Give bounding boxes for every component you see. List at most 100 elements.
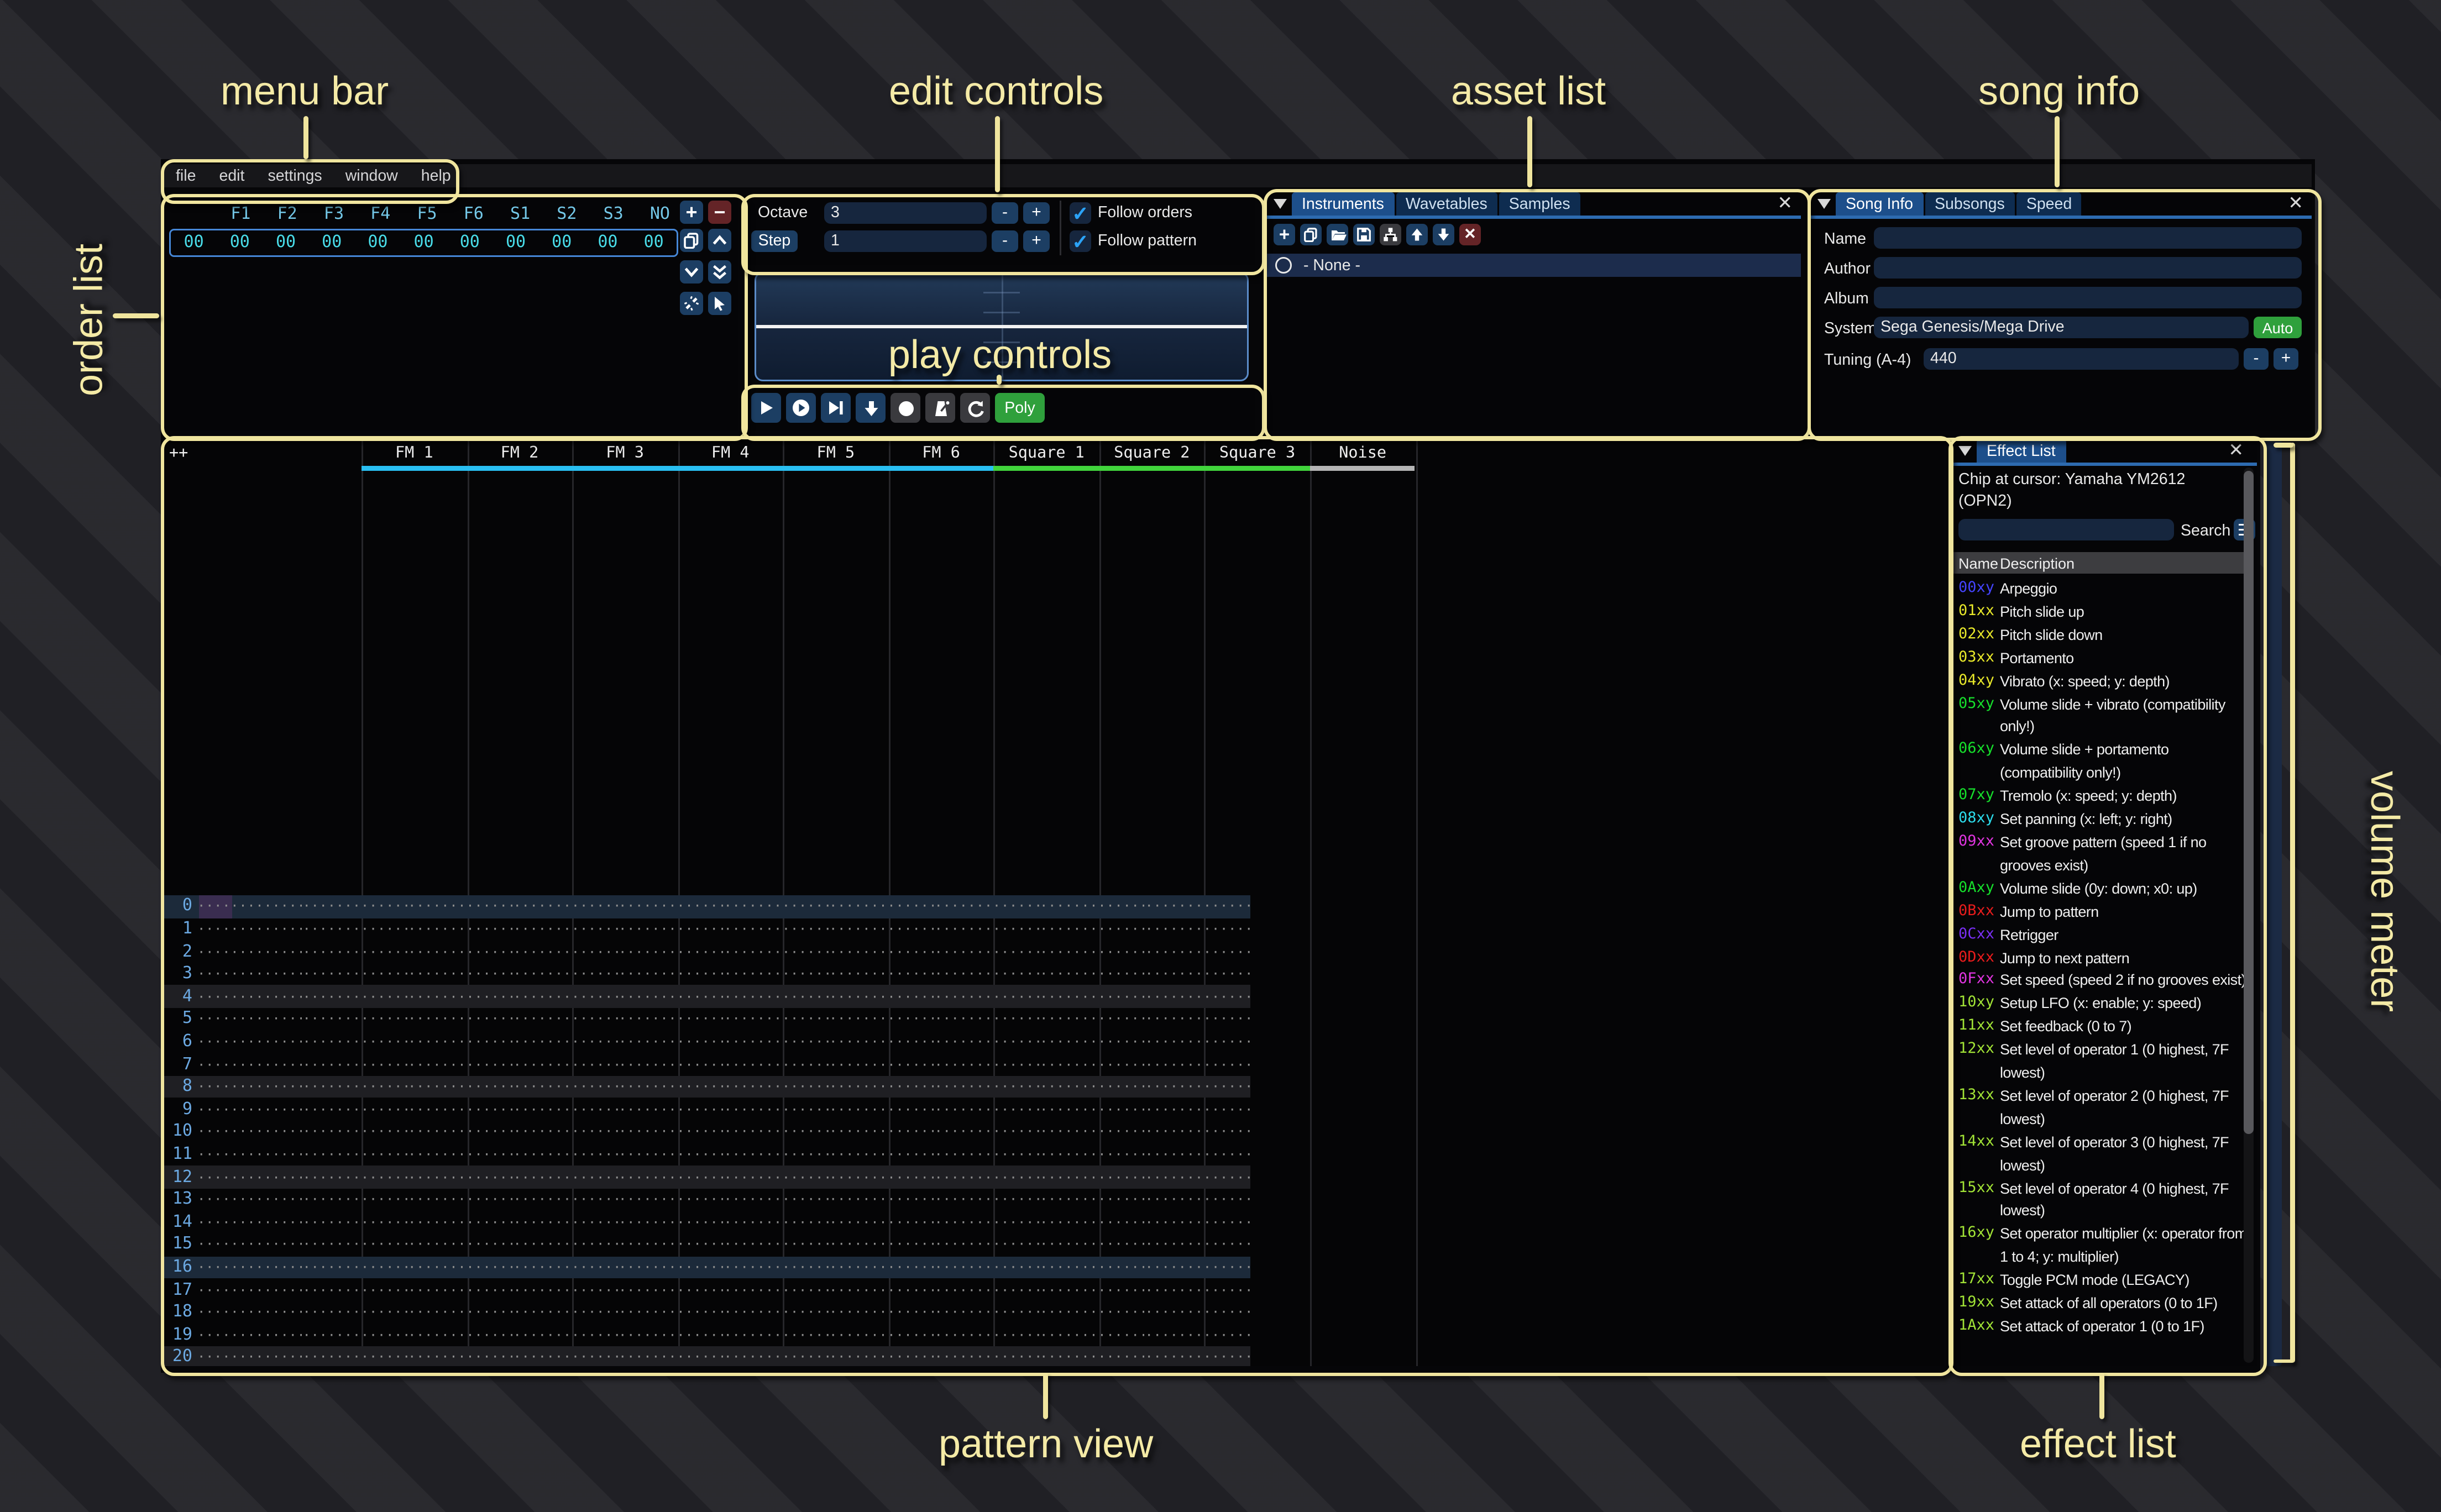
pattern-cell[interactable]: ············· [197,967,303,981]
pattern-cell[interactable]: ············· [934,1283,1040,1298]
pattern-cell[interactable]: ············· [513,944,619,959]
pattern-cell[interactable]: ············· [1145,1170,1250,1185]
pattern-cell[interactable]: ············· [302,1125,408,1140]
pattern-cell[interactable]: ············· [302,1193,408,1208]
pattern-cell[interactable]: ············· [1145,1237,1250,1252]
pattern-cell[interactable]: ············· [934,1170,1040,1185]
pattern-cell[interactable]: ············· [619,1260,724,1275]
pattern-cell[interactable]: ············· [619,1170,724,1185]
pattern-cell[interactable]: ············· [1040,1193,1145,1208]
pattern-cell[interactable]: ············· [619,922,724,937]
pattern-cell[interactable]: ············· [1145,1283,1250,1298]
pattern-cell[interactable]: ············· [934,1305,1040,1320]
pattern-cell[interactable]: ············· [934,1080,1040,1095]
pattern-cell[interactable]: ············· [197,922,303,937]
pattern-cell[interactable]: ············· [829,944,935,959]
pattern-cell[interactable]: ············· [408,1057,514,1072]
pattern-cell[interactable]: ············· [619,944,724,959]
pattern-cell[interactable]: ············· [829,922,935,937]
pattern-cell[interactable]: ············· [197,1193,303,1208]
pattern-cell[interactable]: ············· [934,989,1040,1004]
pattern-cell[interactable]: ············· [619,1237,724,1252]
pattern-cell[interactable]: ············· [408,1147,514,1162]
pattern-cell[interactable]: ············· [829,1125,935,1140]
pattern-cell[interactable]: ············· [619,1102,724,1117]
pattern-cell[interactable]: ············· [1040,899,1145,914]
pattern-cell[interactable]: ············· [408,1125,514,1140]
pattern-cell[interactable]: ············· [724,1193,829,1208]
pattern-cell[interactable]: ············· [302,1147,408,1162]
pattern-cell[interactable]: ············· [302,1237,408,1252]
pattern-cell[interactable]: ············· [724,1237,829,1252]
pattern-cell[interactable]: ············· [197,989,303,1004]
pattern-cell[interactable]: ············· [724,1080,829,1095]
pattern-cell[interactable]: ············· [1145,1350,1250,1365]
pattern-cell[interactable]: ············· [408,1102,514,1117]
pattern-cell[interactable]: ············· [302,922,408,937]
pattern-cell[interactable]: ············· [197,1080,303,1095]
pattern-cell[interactable]: ············· [934,1328,1040,1343]
pattern-cell[interactable]: ············· [724,899,829,914]
pattern-cell[interactable]: ············· [1145,1305,1250,1320]
pattern-cell[interactable]: ············· [197,1170,303,1185]
pattern-cell[interactable]: ············· [1040,1057,1145,1072]
pattern-cell[interactable]: ············· [197,1147,303,1162]
pattern-cell[interactable]: ············· [302,1012,408,1027]
pattern-cell[interactable]: ············· [619,1012,724,1027]
pattern-cell[interactable]: ············· [1040,1102,1145,1117]
pattern-cell[interactable]: ············· [513,1350,619,1365]
pattern-cell[interactable]: ············· [302,989,408,1004]
pattern-cell[interactable]: ············· [408,1193,514,1208]
pattern-cell[interactable]: ············· [513,1170,619,1185]
pattern-cell[interactable]: ············· [197,899,303,914]
pattern-cell[interactable]: ············· [1040,967,1145,981]
pattern-cell[interactable]: ············· [408,1305,514,1320]
pattern-cell[interactable]: ············· [619,1350,724,1365]
pattern-cell[interactable]: ············· [197,1237,303,1252]
pattern-cell[interactable]: ············· [302,1035,408,1049]
pattern-cell[interactable]: ············· [197,1215,303,1230]
pattern-cell[interactable]: ············· [829,1147,935,1162]
pattern-cell[interactable]: ············· [829,1035,935,1049]
pattern-cell[interactable]: ············· [302,1080,408,1095]
pattern-cell[interactable]: ············· [513,1012,619,1027]
pattern-cell[interactable]: ············· [1040,1125,1145,1140]
pattern-cell[interactable]: ············· [197,1125,303,1140]
pattern-cell[interactable]: ············· [302,1260,408,1275]
pattern-cell[interactable]: ············· [724,1057,829,1072]
pattern-cell[interactable]: ············· [829,1080,935,1095]
pattern-cell[interactable]: ············· [1040,1147,1145,1162]
pattern-cell[interactable]: ············· [829,1305,935,1320]
pattern-cell[interactable]: ············· [1145,1215,1250,1230]
pattern-cell[interactable]: ············· [1040,1350,1145,1365]
pattern-cell[interactable]: ············· [934,1102,1040,1117]
pattern-cell[interactable]: ············· [934,1215,1040,1230]
pattern-cell[interactable]: ············· [513,1035,619,1049]
pattern-cell[interactable]: ············· [513,899,619,914]
pattern-cell[interactable]: ············· [724,1012,829,1027]
pattern-cell[interactable]: ············· [1040,922,1145,937]
pattern-cell[interactable]: ············· [619,1283,724,1298]
pattern-cell[interactable]: ············· [724,1328,829,1343]
pattern-cell[interactable]: ············· [1145,967,1250,981]
pattern-cell[interactable]: ············· [513,1057,619,1072]
pattern-cell[interactable]: ············· [724,1102,829,1117]
pattern-cell[interactable]: ············· [408,1328,514,1343]
pattern-cell[interactable]: ············· [1040,1215,1145,1230]
pattern-cell[interactable]: ············· [1040,1237,1145,1252]
pattern-cell[interactable]: ············· [1040,1260,1145,1275]
pattern-cell[interactable]: ············· [513,989,619,1004]
pattern-cell[interactable]: ············· [619,989,724,1004]
pattern-cell[interactable]: ············· [1145,1147,1250,1162]
pattern-cell[interactable]: ············· [724,1305,829,1320]
pattern-cell[interactable]: ············· [1145,922,1250,937]
pattern-cell[interactable]: ············· [513,1260,619,1275]
pattern-cell[interactable]: ············· [408,1170,514,1185]
pattern-cell[interactable]: ············· [829,1170,935,1185]
pattern-cell[interactable]: ············· [513,1215,619,1230]
pattern-cell[interactable]: ············· [408,1283,514,1298]
pattern-cell[interactable]: ············· [724,922,829,937]
pattern-cell[interactable]: ············· [829,1057,935,1072]
pattern-cell[interactable]: ············· [1040,1012,1145,1027]
pattern-cell[interactable]: ············· [197,1283,303,1298]
